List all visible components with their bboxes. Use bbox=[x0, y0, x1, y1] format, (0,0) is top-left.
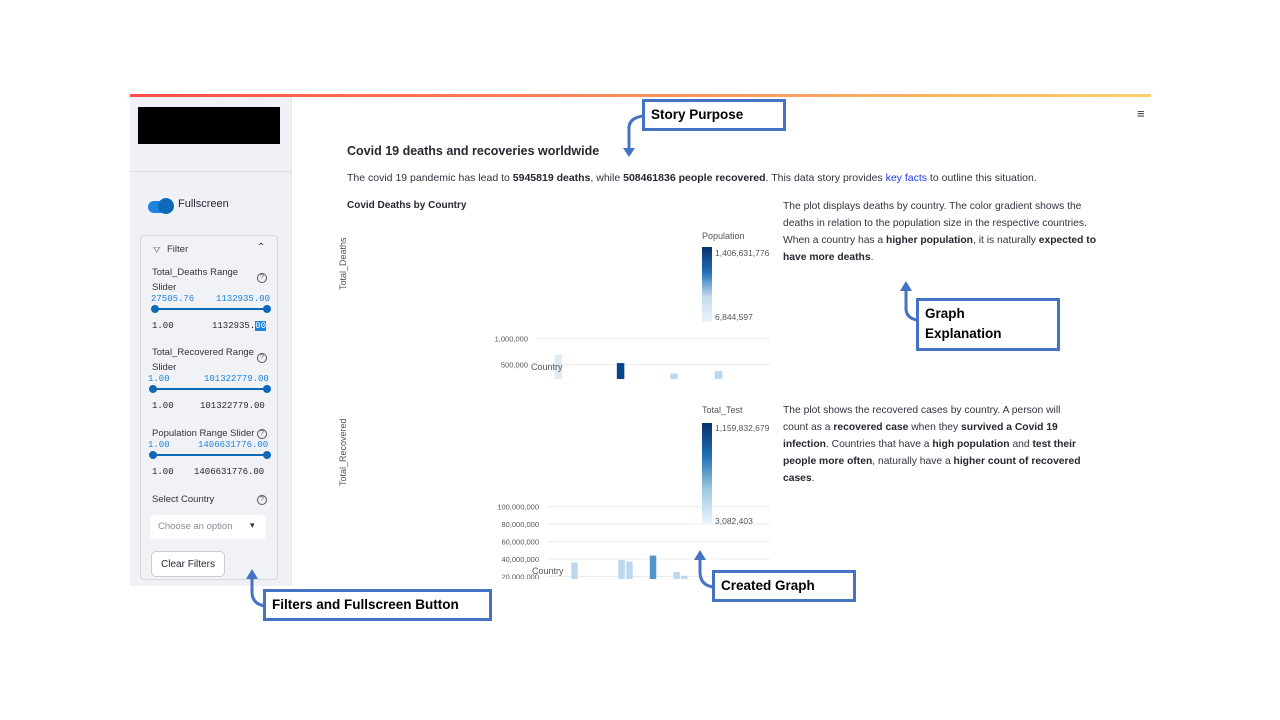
created-graph-callout: Created Graph bbox=[712, 570, 856, 602]
arrow-head bbox=[900, 281, 912, 291]
callout-arrows bbox=[246, 114, 918, 608]
story-arrow bbox=[627, 114, 644, 152]
story-purpose-callout: Story Purpose bbox=[642, 99, 786, 131]
arrow-head bbox=[623, 148, 635, 157]
graph-explanation-callout: Graph Explanation bbox=[916, 298, 1060, 351]
graph-explanation-line2: Explanation bbox=[925, 326, 1002, 341]
arrow-head bbox=[246, 569, 258, 579]
arrow-head bbox=[694, 550, 706, 560]
graph-explanation-line1: Graph bbox=[925, 306, 965, 321]
filters-callout: Filters and Fullscreen Button bbox=[263, 589, 492, 621]
